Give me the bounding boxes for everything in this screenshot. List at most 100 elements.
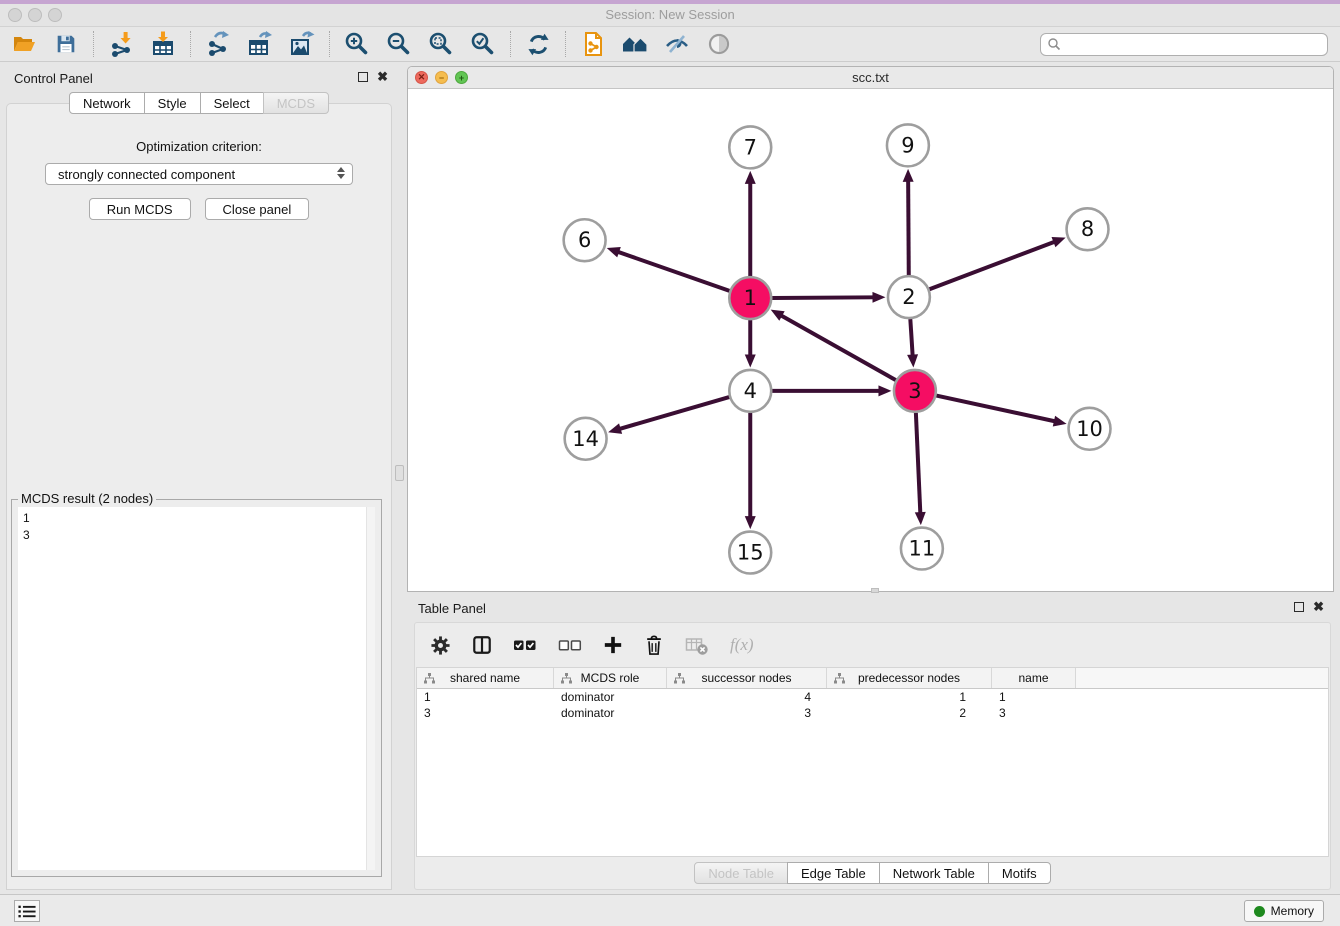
- zoom-selected-button[interactable]: [469, 30, 497, 58]
- tab-mcds[interactable]: MCDS: [263, 92, 329, 114]
- graph-edge-4-14[interactable]: [608, 397, 729, 434]
- column-header-name[interactable]: name: [992, 668, 1076, 688]
- houses-icon: [622, 31, 649, 57]
- svg-text:15: 15: [737, 541, 764, 565]
- tab-network-table[interactable]: Network Table: [879, 862, 989, 884]
- optimization-criterion-select[interactable]: strongly connected component: [45, 163, 353, 185]
- toggle-column-display-button[interactable]: [472, 635, 492, 655]
- export-image-button[interactable]: [288, 30, 316, 58]
- mcds-result-area[interactable]: 13: [18, 507, 375, 870]
- table-row[interactable]: 1dominator411: [417, 689, 1328, 705]
- search-field[interactable]: [1040, 33, 1328, 56]
- tab-select[interactable]: Select: [200, 92, 264, 114]
- column-header-shared-name[interactable]: shared name: [417, 668, 554, 688]
- zoom-fit-button[interactable]: [427, 30, 455, 58]
- tab-motifs[interactable]: Motifs: [988, 862, 1051, 884]
- graph-edge-1-4[interactable]: [745, 320, 756, 367]
- graph-edge-2-3[interactable]: [907, 319, 918, 367]
- result-line: 3: [23, 527, 370, 544]
- graph-edge-3-10[interactable]: [936, 396, 1066, 427]
- deselect-all-button[interactable]: [558, 634, 582, 656]
- import-table-icon: [150, 31, 176, 57]
- float-table-panel-icon[interactable]: [1294, 602, 1304, 612]
- graph-edge-2-8[interactable]: [929, 237, 1065, 289]
- zoom-in-icon: [344, 31, 370, 57]
- node-table-body: 1dominator4113dominator323: [417, 689, 1328, 721]
- export-network-button[interactable]: [204, 30, 232, 58]
- graph-node-10[interactable]: 10: [1069, 408, 1111, 450]
- network-resize-handle[interactable]: [871, 588, 879, 593]
- table-cell: 3: [417, 705, 554, 721]
- columns-icon: [472, 635, 492, 655]
- column-header-successor-nodes[interactable]: successor nodes: [667, 668, 827, 688]
- graph-edge-3-1[interactable]: [771, 310, 896, 381]
- graph-node-15[interactable]: 15: [729, 532, 771, 574]
- table-panel-title: Table Panel: [418, 601, 486, 616]
- tab-edge-table[interactable]: Edge Table: [787, 862, 880, 884]
- memory-button[interactable]: Memory: [1244, 900, 1324, 922]
- save-session-button[interactable]: [52, 30, 80, 58]
- column-header-predecessor-nodes[interactable]: predecessor nodes: [827, 668, 992, 688]
- tab-node-table[interactable]: Node Table: [694, 862, 788, 884]
- mcds-panel: Optimization criterion: strongly connect…: [6, 103, 392, 890]
- network-graph[interactable]: 7 9 6 8 1 2 4 3 14 10 15 11: [408, 89, 1333, 591]
- graph-node-1[interactable]: 1: [729, 277, 771, 319]
- network-canvas[interactable]: 7 9 6 8 1 2 4 3 14 10 15 11: [408, 89, 1333, 591]
- graph-edge-1-2[interactable]: [772, 292, 885, 303]
- apply-layout-button[interactable]: [524, 30, 552, 58]
- graph-edge-1-7[interactable]: [745, 171, 756, 276]
- select-all-button[interactable]: [513, 634, 537, 656]
- open-session-button[interactable]: [10, 30, 38, 58]
- close-panel-button[interactable]: Close panel: [205, 198, 310, 220]
- search-input[interactable]: [1065, 35, 1321, 53]
- close-table-panel-icon[interactable]: ✖: [1313, 601, 1324, 613]
- first-neighbors-button[interactable]: [621, 30, 649, 58]
- table-cell: 3: [667, 705, 827, 721]
- graph-node-4[interactable]: 4: [729, 370, 771, 412]
- graph-node-2[interactable]: 2: [888, 276, 930, 318]
- show-hide-details-button[interactable]: [663, 30, 691, 58]
- task-history-button[interactable]: [14, 900, 40, 922]
- eye-slash-icon: [664, 31, 690, 57]
- float-panel-icon[interactable]: [358, 72, 368, 82]
- network-from-selection-button[interactable]: [579, 30, 607, 58]
- close-panel-icon[interactable]: ✖: [377, 71, 388, 83]
- network-window-titlebar[interactable]: ✕ − + scc.txt: [408, 67, 1333, 89]
- column-header-mcds-role[interactable]: MCDS role: [554, 668, 667, 688]
- graph-edge-4-15[interactable]: [745, 413, 756, 529]
- graph-edge-2-9[interactable]: [903, 169, 914, 275]
- run-mcds-button[interactable]: Run MCDS: [89, 198, 191, 220]
- graph-edge-1-6[interactable]: [607, 247, 730, 291]
- graph-node-3[interactable]: 3: [894, 370, 936, 412]
- select-stepper-icon: [337, 167, 345, 179]
- application-window: Session: New Session: [0, 0, 1340, 926]
- zoom-out-button[interactable]: [385, 30, 413, 58]
- gear-icon: [430, 635, 451, 656]
- graph-node-14[interactable]: 14: [565, 418, 607, 460]
- graph-edge-4-3[interactable]: [772, 385, 891, 396]
- import-network-button[interactable]: [107, 30, 135, 58]
- result-scrollbar[interactable]: [366, 507, 375, 870]
- table-row[interactable]: 3dominator323: [417, 705, 1328, 721]
- delete-row-button[interactable]: [644, 634, 664, 656]
- graph-edge-3-11[interactable]: [915, 413, 926, 525]
- graph-node-7[interactable]: 7: [729, 126, 771, 168]
- graph-node-11[interactable]: 11: [901, 528, 943, 570]
- graph-node-8[interactable]: 8: [1067, 208, 1109, 250]
- svg-text:11: 11: [909, 537, 936, 561]
- add-row-button[interactable]: [603, 635, 623, 655]
- graph-node-6[interactable]: 6: [564, 219, 606, 261]
- tab-style[interactable]: Style: [144, 92, 201, 114]
- panel-splitter-handle[interactable]: [395, 465, 404, 481]
- preview-button[interactable]: [705, 30, 733, 58]
- column-header-filler: [1076, 668, 1328, 688]
- tab-network[interactable]: Network: [69, 92, 145, 114]
- graph-node-9[interactable]: 9: [887, 124, 929, 166]
- function-builder-button[interactable]: f(x): [730, 635, 754, 655]
- delete-table-button[interactable]: [685, 635, 709, 656]
- import-table-button[interactable]: [149, 30, 177, 58]
- export-table-button[interactable]: [246, 30, 274, 58]
- column-settings-button[interactable]: [430, 635, 451, 656]
- zoom-in-button[interactable]: [343, 30, 371, 58]
- table-panel-tabs: Node TableEdge TableNetwork TableMotifs: [415, 857, 1330, 889]
